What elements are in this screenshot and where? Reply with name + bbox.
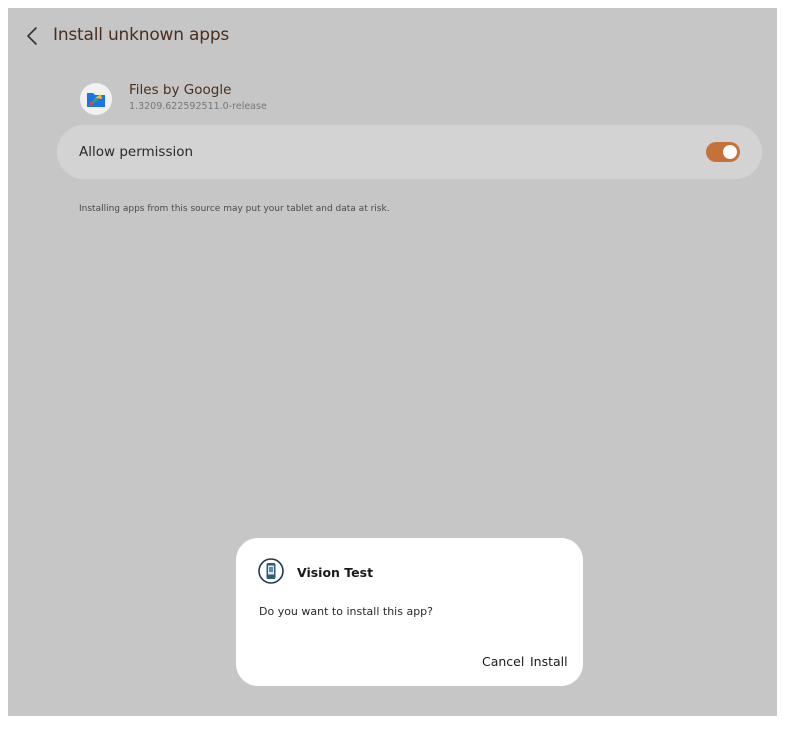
toggle-knob: [723, 145, 737, 159]
files-by-google-icon: [80, 83, 112, 115]
dialog-message: Do you want to install this app?: [259, 605, 433, 618]
allow-permission-label: Allow permission: [79, 144, 194, 160]
allow-permission-row[interactable]: Allow permission: [57, 125, 762, 179]
dialog-app-name: Vision Test: [297, 565, 374, 580]
allow-permission-toggle[interactable]: [706, 142, 740, 162]
install-button[interactable]: Install: [530, 654, 568, 669]
app-version: 1.3209.622592511.0-release: [129, 101, 267, 112]
top-app-bar: Install unknown apps: [8, 8, 777, 62]
app-name: Files by Google: [129, 82, 232, 98]
install-dialog: Vision Test Do you want to install this …: [236, 538, 583, 686]
screen: Install unknown apps Files by Google 1.3…: [8, 8, 777, 716]
page-title: Install unknown apps: [53, 25, 230, 45]
phone-app-icon: [258, 558, 284, 584]
app-info: Files by Google 1.3209.622592511.0-relea…: [78, 80, 478, 124]
cancel-button[interactable]: Cancel: [482, 654, 524, 669]
risk-warning: Installing apps from this source may put…: [79, 204, 390, 214]
back-button[interactable]: [18, 22, 46, 50]
chevron-left-icon: [27, 27, 37, 45]
